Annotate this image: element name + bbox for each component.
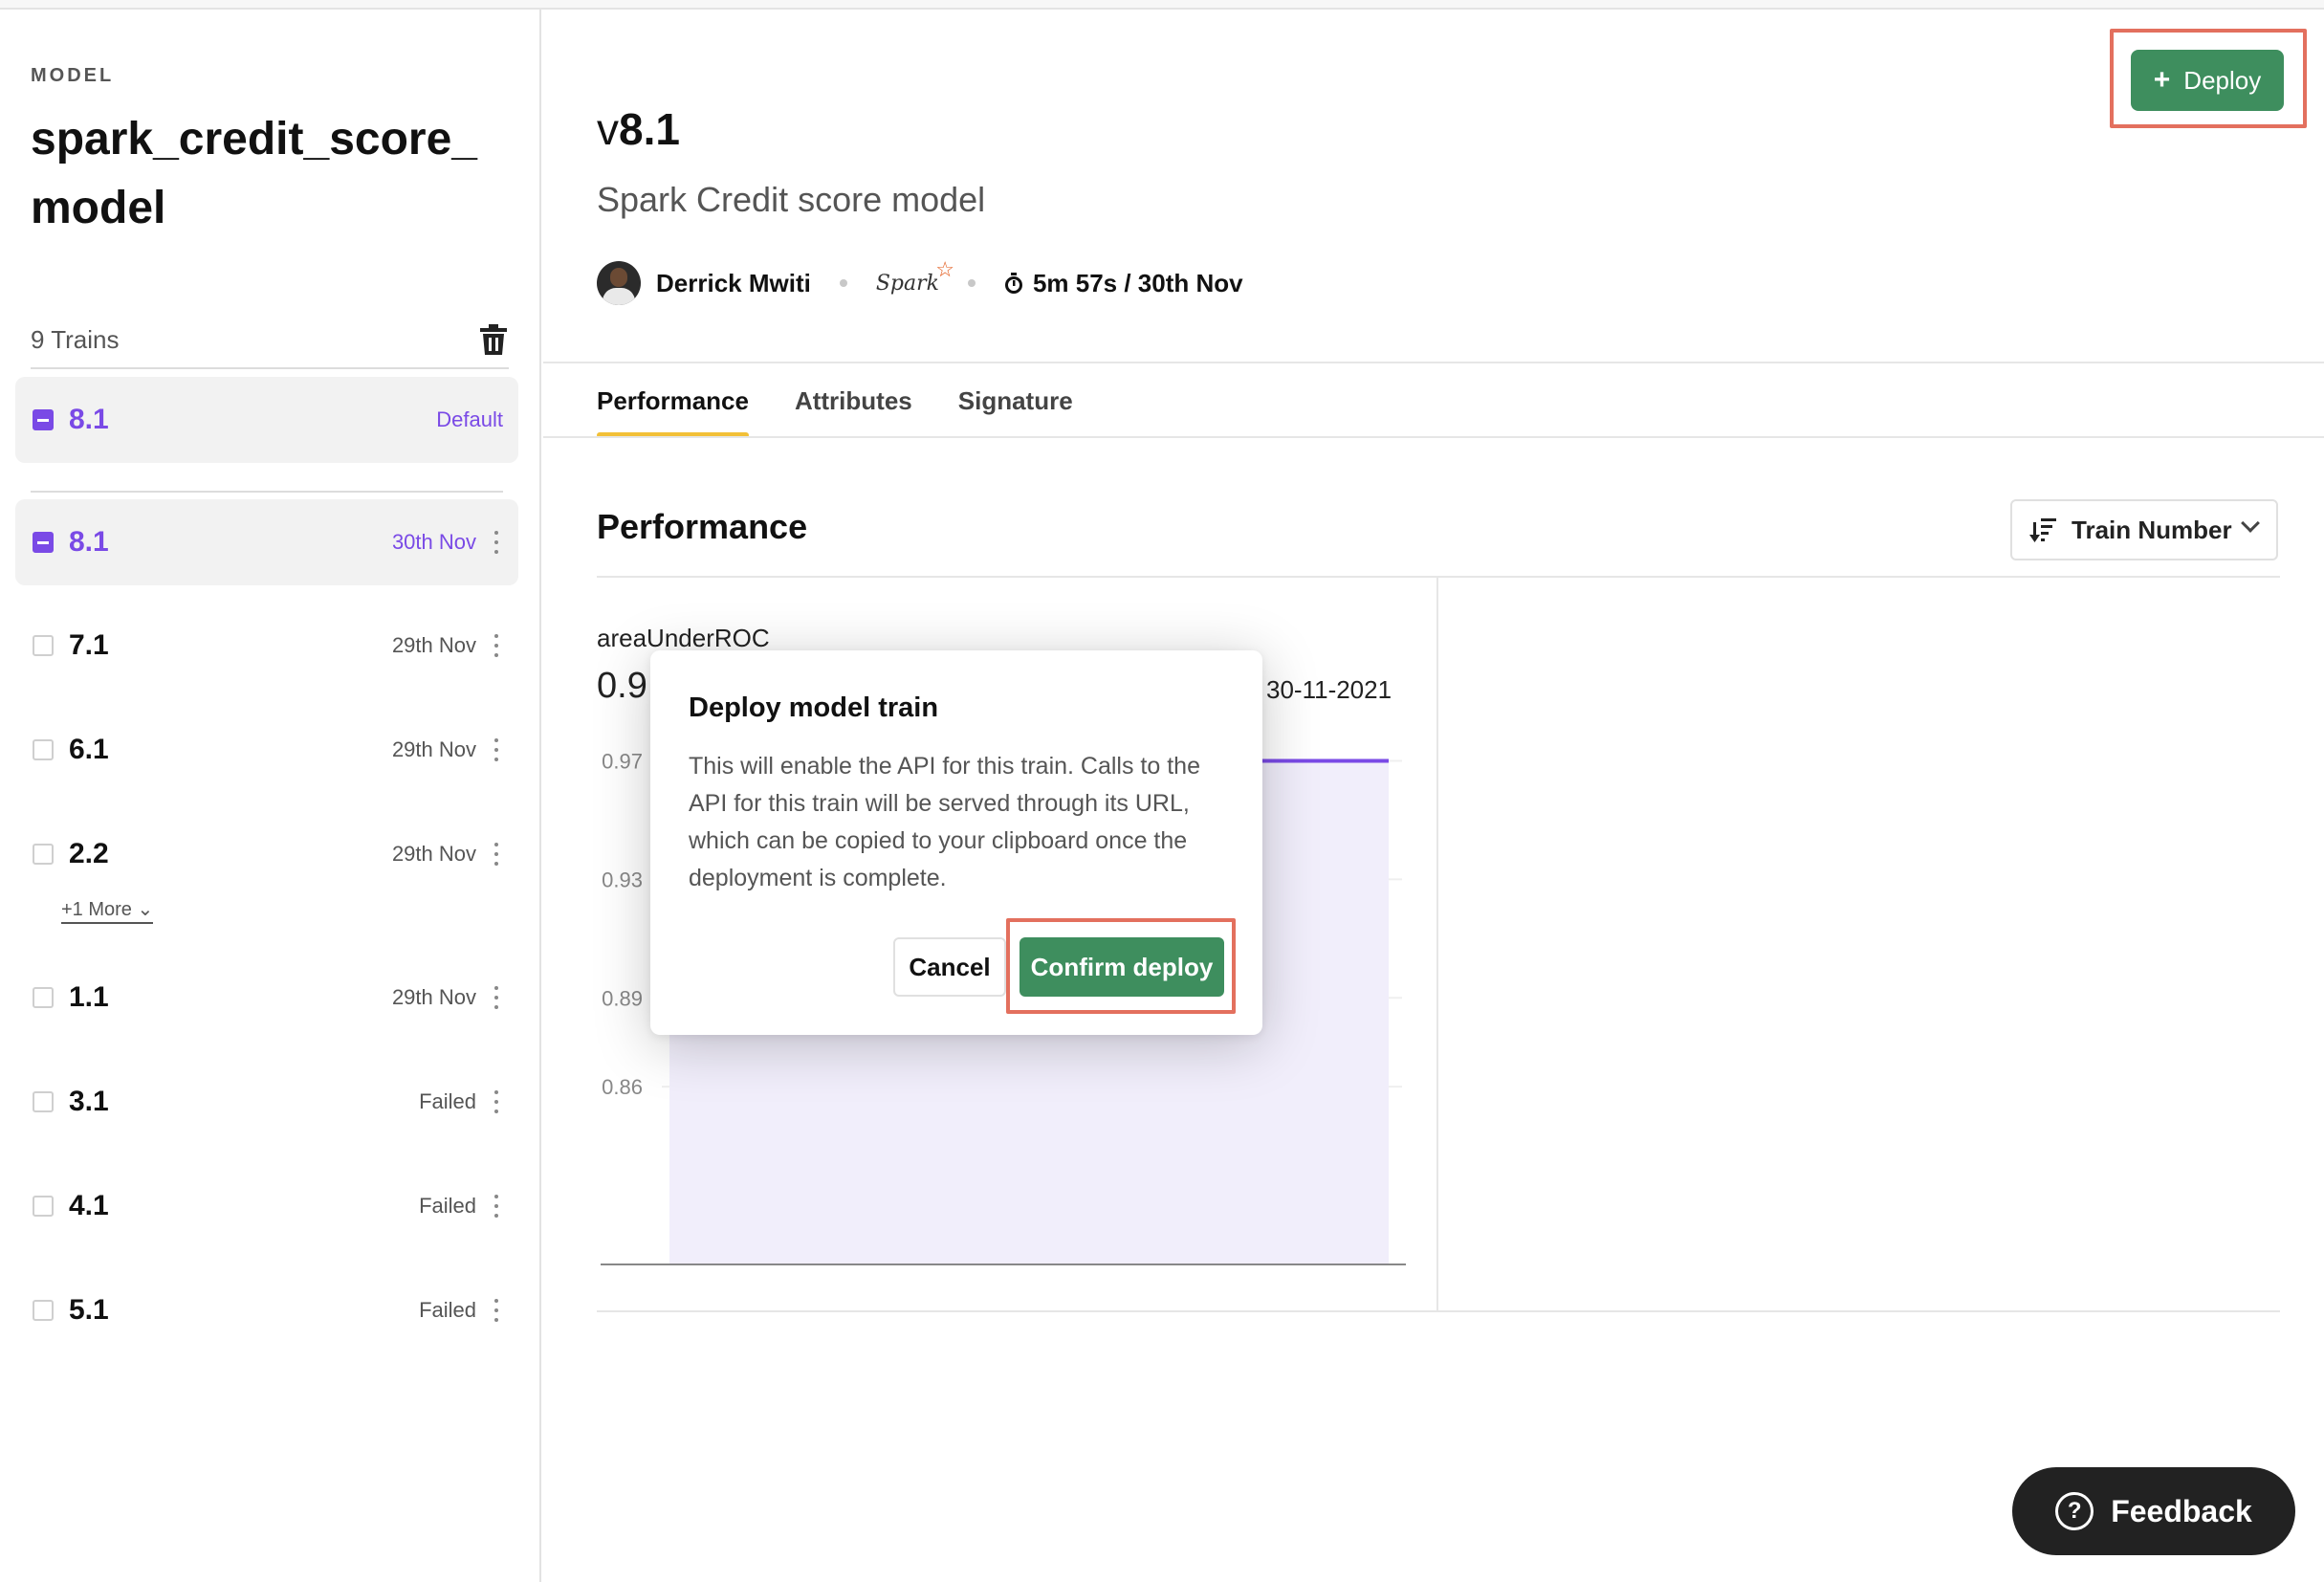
spark-logo: Spark ☆	[875, 257, 954, 296]
train-status: Failed	[419, 1298, 476, 1322]
dialog-body: This will enable the API for this train.…	[689, 753, 1200, 891]
chart-panel-border	[1436, 578, 1438, 1312]
train-version: 8.1	[69, 526, 109, 558]
model-sidebar: MODEL spark_credit_score_model 9 Trains …	[0, 10, 541, 1582]
trash-icon[interactable]	[478, 323, 509, 356]
train-checkbox[interactable]	[33, 409, 54, 430]
performance-bottom-divider	[597, 1310, 2280, 1312]
train-version: 2.2	[69, 838, 109, 869]
tab-signature[interactable]: Signature	[958, 363, 1073, 438]
train-item[interactable]: 6.1 29th Nov	[15, 707, 518, 793]
model-description: Spark Credit score model	[597, 180, 986, 219]
train-duration: 5m 57s / 30th Nov	[1004, 269, 1243, 298]
train-date: 29th Nov	[391, 737, 476, 761]
more-options-icon[interactable]	[493, 1195, 499, 1218]
more-options-icon[interactable]	[493, 738, 499, 761]
sidebar-divider	[31, 491, 503, 493]
tabs-divider	[543, 436, 2324, 438]
more-options-icon[interactable]	[493, 1090, 499, 1113]
train-checkbox[interactable]	[33, 635, 54, 656]
y-tick-label: 0.93	[602, 868, 643, 891]
train-version: 1.1	[69, 981, 109, 1013]
meta-separator	[839, 279, 847, 287]
sort-dropdown[interactable]: Train Number	[2010, 499, 2278, 560]
train-version: 4.1	[69, 1190, 109, 1221]
train-item[interactable]: 4.1 Failed	[15, 1163, 518, 1249]
feedback-button[interactable]: ? Feedback	[2012, 1467, 2295, 1555]
train-item[interactable]: 3.1 Failed	[15, 1059, 518, 1145]
chart-date: 30-11-2021	[1266, 675, 1392, 704]
help-icon: ?	[2055, 1492, 2094, 1530]
dialog-title: Deploy model train	[689, 692, 939, 723]
trains-header: 9 Trains	[31, 312, 509, 369]
more-options-icon[interactable]	[493, 843, 499, 866]
train-checkbox[interactable]	[33, 1300, 54, 1321]
default-badge: Default	[436, 407, 503, 431]
version-title: v8.1	[597, 104, 680, 154]
train-date: 29th Nov	[391, 633, 476, 657]
train-date: 29th Nov	[391, 985, 476, 1009]
train-checkbox[interactable]	[33, 1091, 54, 1112]
train-item[interactable]: 1.1 29th Nov	[15, 955, 518, 1041]
confirm-highlight	[1006, 918, 1236, 1014]
train-item[interactable]: 8.1 30th Nov	[15, 499, 518, 585]
y-tick-label: 0.86	[602, 1075, 643, 1099]
performance-divider	[597, 576, 2280, 578]
author-name: Derrick Mwiti	[656, 268, 811, 297]
train-date: 29th Nov	[391, 842, 476, 866]
deploy-highlight	[2110, 29, 2307, 128]
train-status: Failed	[419, 1089, 476, 1113]
model-title: spark_credit_score_model	[31, 114, 477, 233]
y-tick-label: 0.97	[602, 749, 643, 773]
meta-separator	[967, 279, 976, 287]
sidebar-eyebrow: MODEL	[31, 65, 115, 86]
more-options-icon[interactable]	[493, 531, 499, 554]
tab-performance[interactable]: Performance	[597, 363, 749, 438]
more-options-icon[interactable]	[493, 1299, 499, 1322]
trains-count: 9 Trains	[31, 324, 120, 354]
train-version: 6.1	[69, 734, 109, 765]
train-checkbox[interactable]	[33, 739, 54, 760]
timer-icon	[1004, 273, 1022, 294]
train-item[interactable]: 7.1 29th Nov	[15, 603, 518, 689]
train-checkbox[interactable]	[33, 1196, 54, 1217]
y-tick-label: 0.89	[602, 986, 643, 1010]
train-checkbox[interactable]	[33, 532, 54, 553]
cancel-button[interactable]: Cancel	[893, 937, 1006, 997]
performance-heading: Performance	[597, 507, 808, 546]
train-version: 3.1	[69, 1086, 109, 1117]
train-meta: Derrick Mwiti Spark ☆ 5m 57s / 30th Nov	[597, 256, 1243, 310]
tab-bar: Performance Attributes Signature	[597, 363, 1119, 438]
chevron-down-icon	[2241, 514, 2260, 533]
train-item[interactable]: 5.1 Failed	[15, 1267, 518, 1353]
metric-name: areaUnderROC	[597, 624, 770, 652]
train-date: 30th Nov	[391, 530, 476, 554]
avatar	[597, 261, 641, 305]
chevron-down-icon: ⌄	[137, 899, 154, 920]
train-checkbox[interactable]	[33, 987, 54, 1008]
more-options-icon[interactable]	[493, 634, 499, 657]
train-version: 5.1	[69, 1294, 109, 1326]
show-more-link[interactable]: +1 More ⌄	[61, 897, 154, 924]
browser-top-edge	[0, 0, 2324, 10]
sort-icon	[2029, 518, 2056, 542]
more-options-icon[interactable]	[493, 986, 499, 1009]
train-version: 7.1	[69, 629, 109, 661]
train-checkbox[interactable]	[33, 844, 54, 865]
metric-value: 0.9	[597, 666, 647, 706]
tab-attributes[interactable]: Attributes	[795, 363, 912, 438]
train-version: 8.1	[69, 404, 109, 435]
train-status: Failed	[419, 1194, 476, 1218]
default-train-item[interactable]: 8.1 Default	[15, 377, 518, 463]
train-item[interactable]: 2.2 29th Nov	[15, 811, 518, 897]
